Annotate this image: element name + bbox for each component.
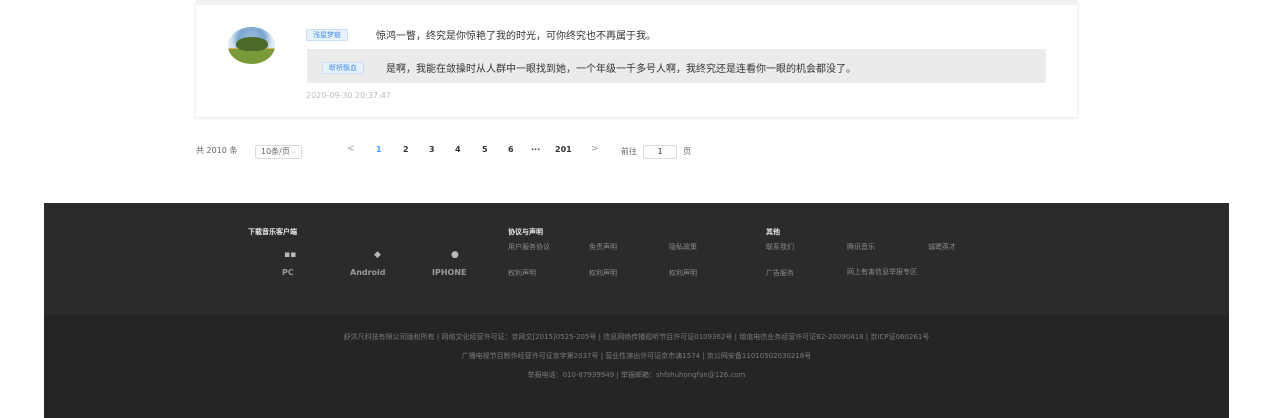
footer-link-report[interactable]: 网上有害信息举报专区: [847, 268, 929, 277]
footer-link-rights-2[interactable]: 权利声明: [589, 268, 617, 278]
page-button-4[interactable]: 4: [455, 145, 461, 154]
chevron-down-icon: ⌵: [290, 148, 296, 156]
reply-text: 是啊，我能在敛操时从人群中一眼找到她，一个年级一千多号人啊，我终究还是连看你一眼…: [386, 64, 856, 75]
footer-link-contact[interactable]: 联系我们: [766, 242, 794, 252]
android-icon[interactable]: ◆: [374, 250, 381, 260]
platform-iphone-link[interactable]: IPHONE: [432, 268, 467, 277]
footer-links-section: [44, 203, 1229, 315]
footer-link-rights-3[interactable]: 权利声明: [669, 268, 697, 278]
footer-legal-line-2: 广播电视节目制作经营许可证京字第2037号 | 营业性演出许可证京市演1574 …: [461, 352, 812, 360]
footer-link-disclaimer[interactable]: 免责声明: [589, 242, 617, 252]
page-button-5[interactable]: 5: [482, 145, 488, 154]
goto-label: 前往: [621, 147, 637, 156]
goto-suffix: 页: [683, 147, 691, 156]
footer-agreements-title: 协议与声明: [508, 228, 543, 236]
page-button-2[interactable]: 2: [403, 145, 409, 154]
previous-card-edge: [196, 0, 1077, 5]
footer-link-careers[interactable]: 诚聘英才: [928, 242, 956, 252]
next-page-button[interactable]: >: [591, 144, 599, 154]
reply-author-tag[interactable]: 断桥飘血: [322, 62, 364, 74]
avatar[interactable]: [228, 27, 275, 64]
page-button-3[interactable]: 3: [429, 145, 435, 154]
platform-android-link[interactable]: Android: [350, 268, 386, 277]
page-size-value: 10条/页: [261, 147, 290, 156]
page-button-1[interactable]: 1: [376, 145, 382, 154]
page-button-6[interactable]: 6: [508, 145, 514, 154]
apple-icon[interactable]: ●: [451, 250, 459, 260]
windows-icon[interactable]: ▪▪: [284, 250, 296, 260]
footer-link-rights-1[interactable]: 权利声明: [508, 268, 536, 278]
footer-legal-line-3: 举报电话：010-87939949 | 举报邮箱：shfshuhongfan@1…: [527, 371, 746, 379]
platform-pc-link[interactable]: PC: [282, 268, 294, 277]
footer-legal-line-1: 舒洪凡科技有限公司版权所有 | 网络文化经营许可证：京网文[2015]0525-…: [343, 333, 930, 341]
footer-other-title: 其他: [766, 228, 780, 236]
footer-download-title: 下载音乐客户端: [248, 228, 297, 236]
prev-page-button[interactable]: <: [347, 144, 355, 154]
comment-timestamp: 2020-09-30 20:37:47: [306, 91, 391, 100]
footer-link-ads[interactable]: 广告服务: [766, 268, 794, 278]
comment-text: 惊鸿一瞥，终究是你惊艳了我的时光，可你终究也不再属于我。: [376, 31, 656, 42]
page-ellipsis-button[interactable]: ···: [531, 145, 540, 154]
goto-page-input[interactable]: 1: [643, 145, 677, 159]
page-button-last[interactable]: 201: [555, 145, 572, 154]
footer-link-user-agreement[interactable]: 用户服务协议: [508, 242, 550, 252]
comment-author-tag[interactable]: 浅星梦痕: [306, 29, 348, 41]
footer-legal-section: [44, 315, 1229, 418]
pagination-total: 共 2010 条: [196, 146, 238, 155]
footer-link-tencent-music[interactable]: 腾讯音乐: [847, 242, 875, 252]
footer-link-privacy[interactable]: 隐私政策: [669, 242, 697, 252]
page-size-select[interactable]: 10条/页 ⌵: [255, 145, 302, 159]
